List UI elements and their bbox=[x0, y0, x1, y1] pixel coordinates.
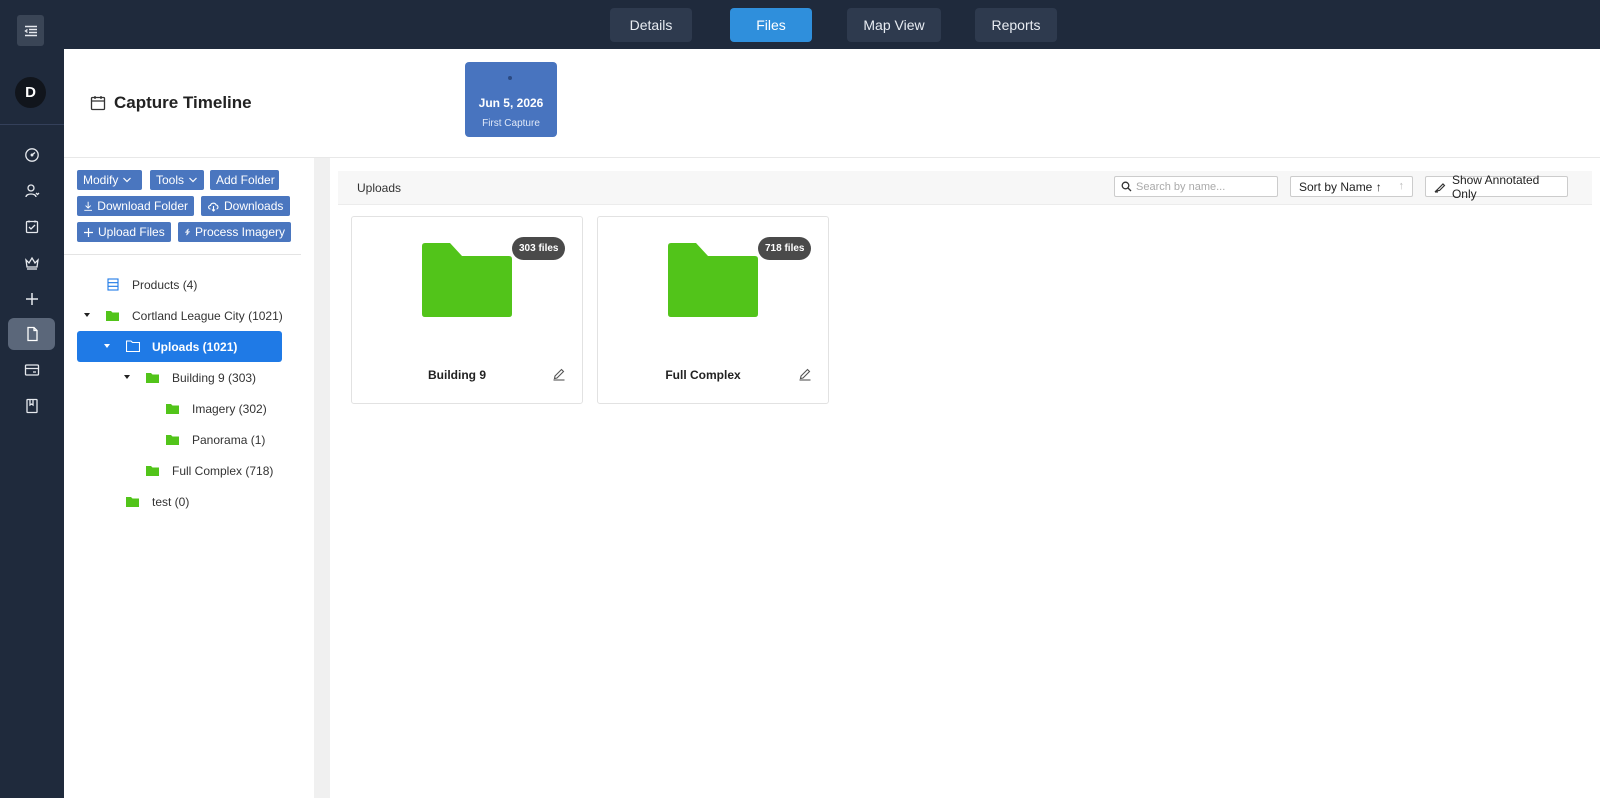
user-icon[interactable] bbox=[8, 175, 55, 207]
tree-node-panorama[interactable]: Panorama (1) bbox=[77, 424, 282, 455]
folder-icon bbox=[166, 404, 179, 414]
tools-label: Tools bbox=[156, 173, 185, 187]
tree-label-uploads: Uploads (1021) bbox=[152, 339, 238, 354]
folder-icon bbox=[422, 243, 512, 317]
cloud-download-icon bbox=[208, 202, 219, 212]
tree-node-test[interactable]: test (0) bbox=[77, 486, 282, 517]
database-icon bbox=[107, 278, 119, 291]
folder-name: Building 9 bbox=[428, 368, 486, 382]
rail-divider bbox=[0, 124, 64, 125]
tree-label-full-complex: Full Complex (718) bbox=[172, 463, 274, 478]
tree-label-test: test (0) bbox=[152, 494, 190, 509]
caret-down-icon bbox=[124, 375, 130, 379]
tab-files[interactable]: Files bbox=[730, 8, 812, 42]
capture-timeline-title: Capture Timeline bbox=[114, 93, 252, 112]
upload-files-label: Upload Files bbox=[98, 225, 165, 239]
files-main-panel: Uploads Sort by Name ↑ ↑ Show Annotated … bbox=[330, 158, 1600, 798]
folder-tree-panel: Modify Tools Add Folder Download Folder … bbox=[64, 158, 314, 798]
crown-icon[interactable] bbox=[8, 247, 55, 279]
tree-node-project[interactable]: Cortland League City (1021) bbox=[77, 300, 283, 331]
show-annotated-toggle[interactable]: Show Annotated Only bbox=[1425, 173, 1568, 201]
plus-icon bbox=[84, 227, 93, 237]
edit-icon[interactable] bbox=[798, 367, 812, 381]
sort-label: Sort by Name ↑ bbox=[1299, 179, 1382, 194]
content-area: Capture Timeline Jun 5, 2026 First Captu… bbox=[64, 49, 1600, 798]
tools-button[interactable]: Tools bbox=[150, 170, 204, 190]
file-icon[interactable] bbox=[8, 318, 55, 350]
folder-icon bbox=[668, 243, 758, 317]
search-input[interactable] bbox=[1136, 180, 1276, 193]
task-check-icon[interactable] bbox=[8, 211, 55, 243]
chevron-down-icon bbox=[123, 177, 132, 183]
avatar[interactable]: D bbox=[15, 77, 46, 108]
tab-reports[interactable]: Reports bbox=[975, 8, 1057, 42]
capture-date: Jun 5, 2026 bbox=[478, 96, 544, 110]
tree-node-building-9[interactable]: Building 9 (303) bbox=[77, 362, 282, 393]
tab-map-view[interactable]: Map View bbox=[847, 8, 941, 42]
folder-icon bbox=[146, 466, 159, 476]
upload-files-button[interactable]: Upload Files bbox=[77, 222, 171, 242]
download-folder-label: Download Folder bbox=[97, 199, 188, 213]
search-box[interactable] bbox=[1114, 176, 1278, 197]
tree-label-panorama: Panorama (1) bbox=[192, 432, 266, 447]
chevron-down-icon bbox=[189, 177, 197, 183]
tree-label-project: Cortland League City (1021) bbox=[132, 308, 283, 323]
folder-icon bbox=[166, 435, 179, 445]
file-count-badge: 718 files bbox=[758, 237, 812, 260]
search-icon bbox=[1121, 181, 1132, 192]
folder-open-icon bbox=[126, 340, 140, 352]
folder-icon bbox=[106, 311, 119, 321]
book-icon[interactable] bbox=[8, 390, 55, 422]
capture-card[interactable]: Jun 5, 2026 First Capture bbox=[465, 62, 557, 137]
tree-node-imagery[interactable]: Imagery (302) bbox=[77, 393, 282, 424]
panel-splitter[interactable] bbox=[314, 158, 330, 798]
show-annotated-label: Show Annotated Only bbox=[1451, 172, 1540, 201]
card-icon[interactable] bbox=[8, 354, 55, 386]
tree-label-products: Products (4) bbox=[132, 277, 198, 292]
folder-card[interactable]: 718 files Full Complex bbox=[597, 216, 829, 404]
modify-button[interactable]: Modify bbox=[77, 170, 142, 190]
folder-icon bbox=[146, 373, 159, 383]
top-bar: Details Files Map View Reports bbox=[64, 0, 1600, 49]
tree-node-full-complex[interactable]: Full Complex (718) bbox=[77, 455, 282, 486]
process-imagery-button[interactable]: Process Imagery bbox=[178, 222, 291, 242]
highlighter-icon bbox=[1434, 182, 1446, 193]
plus-icon[interactable] bbox=[8, 283, 55, 315]
modify-label: Modify bbox=[83, 173, 119, 187]
capture-timeline-header: Capture Timeline bbox=[90, 93, 252, 113]
tree-node-uploads[interactable]: Uploads (1021) bbox=[77, 331, 282, 362]
downloads-button[interactable]: Downloads bbox=[201, 196, 290, 216]
folder-name: Full Complex bbox=[665, 368, 741, 382]
edit-icon[interactable] bbox=[552, 367, 566, 381]
caret-down-icon bbox=[84, 313, 90, 317]
process-imagery-label: Process Imagery bbox=[194, 225, 285, 239]
downloads-label: Downloads bbox=[224, 199, 284, 213]
tab-details[interactable]: Details bbox=[610, 8, 692, 42]
lightning-icon bbox=[184, 228, 191, 236]
folder-icon bbox=[126, 497, 139, 507]
tree-node-products[interactable]: Products (4) bbox=[77, 269, 282, 300]
dashboard-icon[interactable] bbox=[8, 139, 55, 171]
add-folder-button[interactable]: Add Folder bbox=[210, 170, 279, 190]
path-bar: Uploads Sort by Name ↑ ↑ Show Annotated … bbox=[338, 171, 1592, 205]
arrow-up-icon: ↑ bbox=[1398, 180, 1405, 192]
left-rail: D bbox=[0, 0, 64, 798]
tree-divider bbox=[64, 254, 301, 255]
calendar-icon bbox=[90, 96, 106, 111]
current-path: Uploads bbox=[357, 181, 402, 195]
sort-dropdown[interactable]: Sort by Name ↑ ↑ bbox=[1290, 176, 1413, 197]
capture-dot bbox=[508, 76, 512, 80]
tree-label-imagery: Imagery (302) bbox=[192, 401, 267, 416]
capture-label: First Capture bbox=[482, 118, 540, 129]
download-folder-button[interactable]: Download Folder bbox=[77, 196, 194, 216]
file-count-badge: 303 files bbox=[512, 237, 566, 260]
menu-toggle-icon[interactable] bbox=[17, 15, 44, 46]
folder-card[interactable]: 303 files Building 9 bbox=[351, 216, 583, 404]
caret-down-icon bbox=[104, 344, 110, 348]
tree-label-building-9: Building 9 (303) bbox=[172, 370, 257, 385]
download-icon bbox=[84, 201, 92, 211]
